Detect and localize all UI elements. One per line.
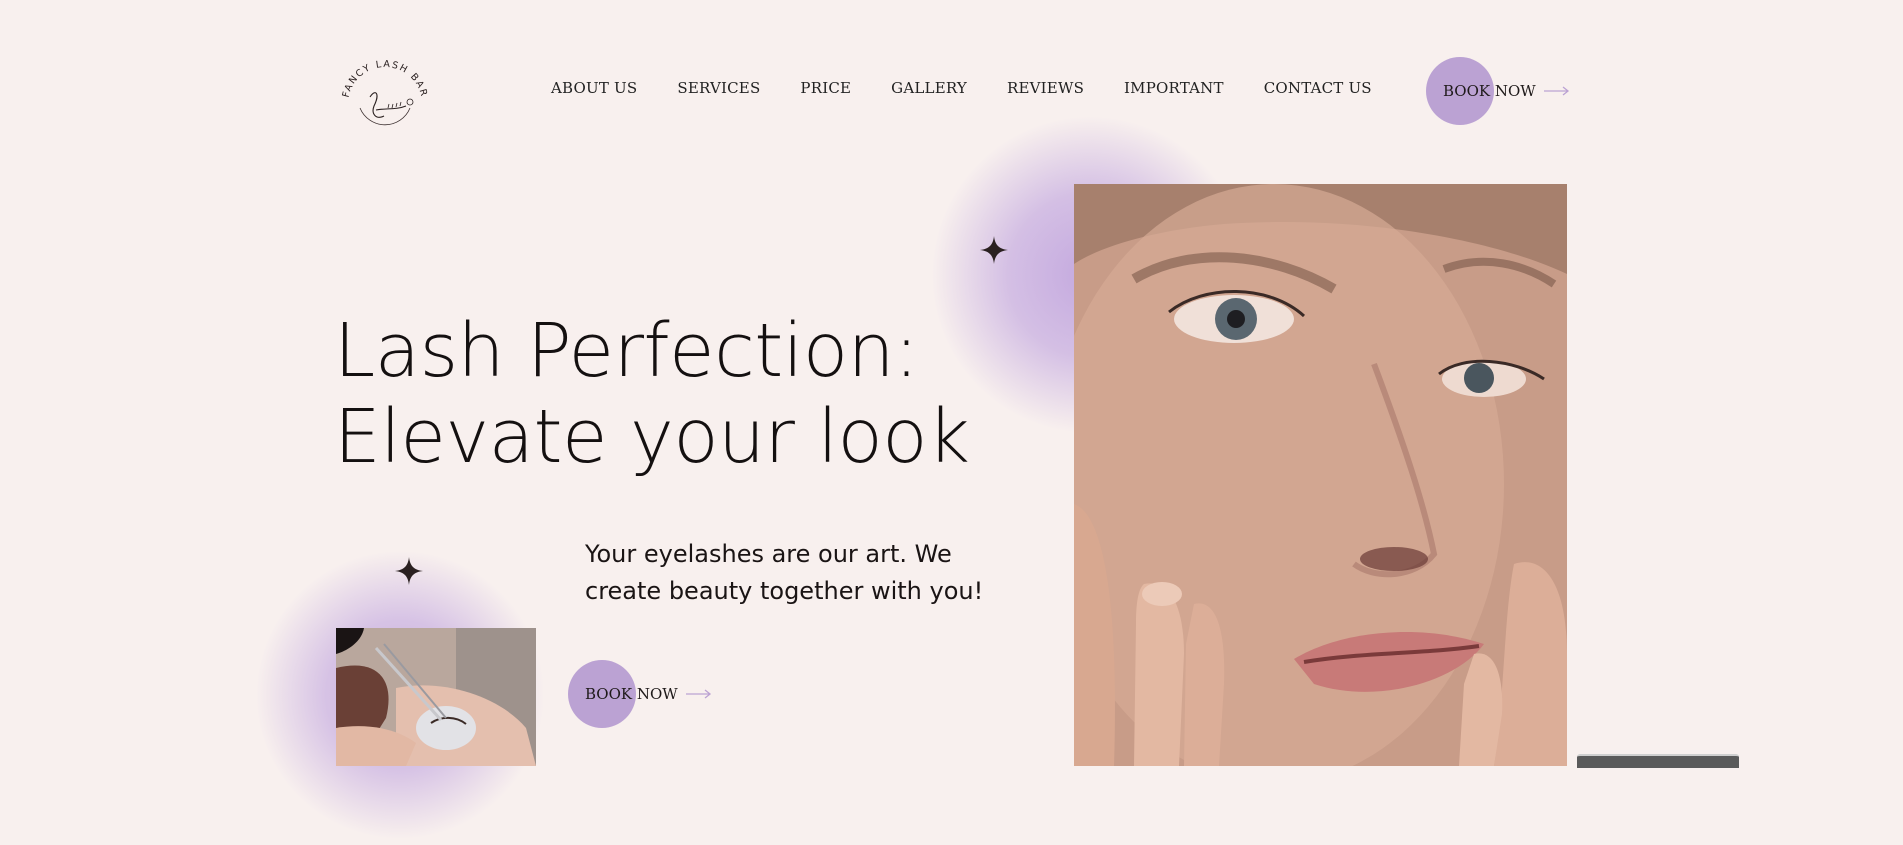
hero-title-line-1: Lash Perfection: [334, 308, 919, 394]
hero-title: Lash Perfection: Elevate your look [334, 308, 970, 480]
header-book-now-button[interactable]: BOOK NOW [1426, 57, 1570, 125]
eyelash-extension-procedure-photo [336, 628, 536, 766]
arrow-right-icon [1543, 86, 1569, 96]
nav-item-price[interactable]: PRICE [800, 79, 851, 97]
logo-text: FANCY LASH BAR [341, 59, 428, 99]
hero-tagline: Your eyelashes are our art. We create be… [585, 536, 1005, 610]
sparkle-icon [980, 236, 1008, 264]
main-nav: ABOUT US SERVICES PRICE GALLERY REVIEWS … [551, 79, 1412, 97]
hero-tagline-line-2: create beauty together with you! [585, 577, 984, 605]
hero-title-line-2: Elevate your look [334, 394, 970, 480]
hero-book-now-label: BOOK NOW [585, 685, 678, 703]
nav-item-reviews[interactable]: REVIEWS [1007, 79, 1084, 97]
nav-item-contact-us[interactable]: CONTACT US [1264, 79, 1372, 97]
brand-logo[interactable]: FANCY LASH BAR [336, 58, 434, 144]
nav-item-gallery[interactable]: GALLERY [891, 79, 967, 97]
lash-logo-icon: FANCY LASH BAR [341, 59, 430, 126]
arrow-right-icon [685, 689, 711, 699]
nav-item-about-us[interactable]: ABOUT US [551, 79, 637, 97]
nav-item-services[interactable]: SERVICES [677, 79, 760, 97]
hero-book-now-button[interactable]: BOOK NOW [568, 660, 712, 728]
woman-face-closeup-photo [1074, 184, 1567, 766]
header-book-now-label: BOOK NOW [1443, 82, 1536, 100]
svg-text:FANCY LASH BAR: FANCY LASH BAR [341, 59, 430, 99]
nav-item-important[interactable]: IMPORTANT [1124, 79, 1224, 97]
hero-tagline-line-1: Your eyelashes are our art. We [585, 540, 952, 568]
sparkle-icon [395, 557, 423, 585]
